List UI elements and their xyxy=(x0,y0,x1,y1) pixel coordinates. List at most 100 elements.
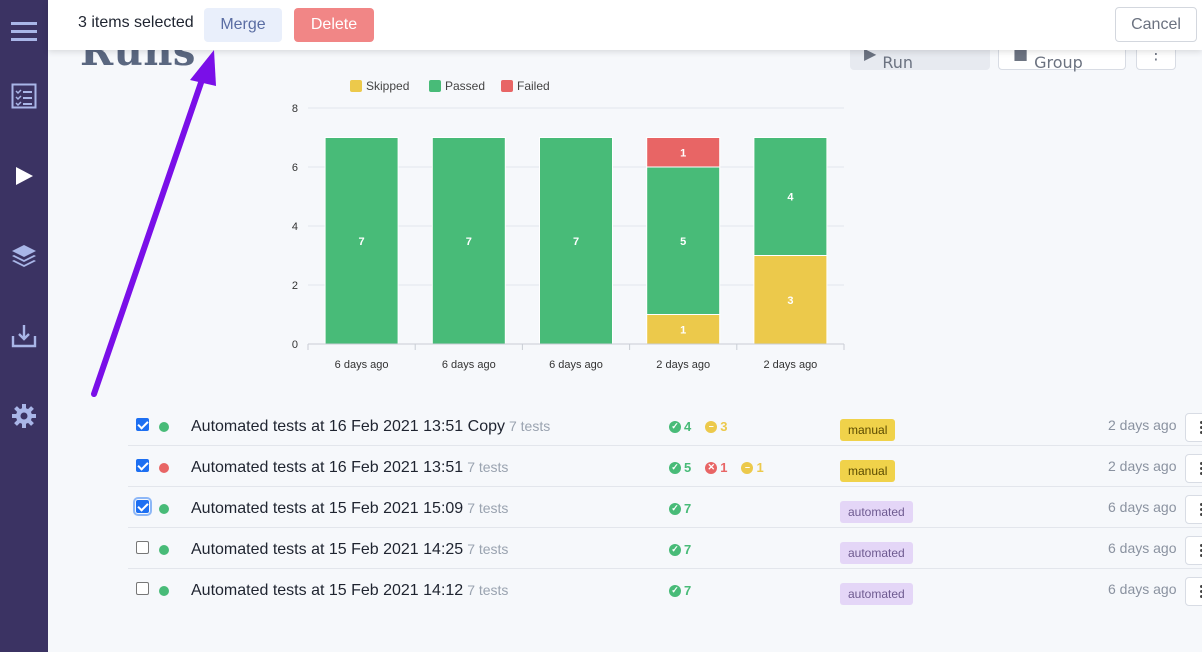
run-row[interactable]: Automated tests at 15 Feb 2021 14:25 7 te… xyxy=(128,528,1202,569)
passed-icon: ✓ xyxy=(669,461,681,474)
run-title[interactable]: Automated tests at 15 Feb 2021 14:25 7 te… xyxy=(191,541,508,559)
run-title[interactable]: Automated tests at 16 Feb 2021 13:51 Cop… xyxy=(191,418,550,436)
runs-list: Automated tests at 16 Feb 2021 13:51 Cop… xyxy=(128,405,1202,610)
checklist-icon[interactable] xyxy=(8,80,40,112)
skipped-icon: – xyxy=(705,420,718,433)
status-dot xyxy=(159,545,169,555)
run-title-text: Automated tests at 15 Feb 2021 14:25 xyxy=(191,541,464,558)
selection-count: 3 items selected xyxy=(78,14,194,31)
run-more-button[interactable] xyxy=(1185,495,1202,524)
run-timestamp: 2 days ago xyxy=(1108,417,1177,433)
run-title[interactable]: Automated tests at 15 Feb 2021 15:09 7 te… xyxy=(191,500,508,518)
passed-stat: ✓ 7 xyxy=(669,542,691,557)
legend-swatch xyxy=(429,80,441,92)
passed-stat: ✓ 5 xyxy=(669,460,691,475)
run-checkbox[interactable] xyxy=(133,497,152,516)
gear-icon[interactable] xyxy=(8,400,40,432)
passed-stat: ✓ 4 xyxy=(669,419,691,434)
play-icon[interactable] xyxy=(8,160,40,192)
cancel-button[interactable]: Cancel xyxy=(1115,7,1197,42)
chart-legend: Skipped Passed Failed xyxy=(350,79,550,93)
run-stats: ✓ 7 xyxy=(669,583,691,598)
skipped-stat: –3 xyxy=(705,419,727,434)
import-icon[interactable] xyxy=(8,320,40,352)
y-tick-label: 8 xyxy=(292,103,298,115)
run-timestamp: 6 days ago xyxy=(1108,499,1177,515)
run-row[interactable]: Automated tests at 16 Feb 2021 13:51 Cop… xyxy=(128,405,1202,446)
run-row[interactable]: Automated tests at 15 Feb 2021 15:09 7 te… xyxy=(128,487,1202,528)
run-more-button[interactable] xyxy=(1185,454,1202,483)
x-tick-label: 6 days ago xyxy=(442,359,496,371)
run-more-button[interactable] xyxy=(1185,536,1202,565)
selection-toolbar: 3 items selected Merge Delete Cancel xyxy=(48,0,1202,50)
run-checkbox[interactable] xyxy=(136,541,149,554)
main-content: Runs ▶ Manual Run ■ New Group ⋮ SkippedP… xyxy=(48,0,1202,652)
run-checkbox[interactable] xyxy=(136,418,149,431)
run-type-tag: manual xyxy=(840,419,896,441)
delete-button[interactable]: Delete xyxy=(294,8,374,42)
skipped-count: 3 xyxy=(720,419,728,434)
merge-button[interactable]: Merge xyxy=(204,8,282,42)
run-type-tag: manual xyxy=(840,460,896,482)
run-title-text: Automated tests at 15 Feb 2021 15:09 xyxy=(191,500,464,517)
passed-count: 5 xyxy=(684,460,692,475)
passed-icon: ✓ xyxy=(669,584,681,597)
status-dot xyxy=(159,463,169,473)
run-test-count: 7 tests xyxy=(508,418,551,434)
run-type-tag: automated xyxy=(840,583,913,605)
legend-label: Failed xyxy=(517,79,550,93)
failed-count: 1 xyxy=(720,460,728,475)
status-dot xyxy=(159,422,169,432)
passed-stat: ✓ 7 xyxy=(669,501,691,516)
run-title[interactable]: Automated tests at 15 Feb 2021 14:12 7 te… xyxy=(191,582,508,600)
run-test-count: 7 tests xyxy=(467,500,509,516)
passed-icon: ✓ xyxy=(669,502,681,515)
run-test-count: 7 tests xyxy=(467,541,509,557)
run-checkbox[interactable] xyxy=(136,459,149,472)
failed-icon: ✕ xyxy=(705,461,718,474)
y-tick-label: 2 xyxy=(292,280,298,292)
passed-stat: ✓ 7 xyxy=(669,583,691,598)
y-tick-label: 4 xyxy=(292,221,298,233)
x-tick-label: 6 days ago xyxy=(549,359,603,371)
run-stats: ✓ 7 xyxy=(669,501,691,516)
chart-bars: 7 7 7 1 5 1 3 4 xyxy=(324,137,828,345)
menu-icon[interactable] xyxy=(8,16,40,48)
legend-label: Skipped xyxy=(366,79,409,93)
passed-count: 7 xyxy=(684,501,692,516)
x-tick-label: 2 days ago xyxy=(656,359,710,371)
run-row[interactable]: Automated tests at 15 Feb 2021 14:12 7 te… xyxy=(128,569,1202,610)
bar-value-label: 1 xyxy=(680,324,686,336)
x-tick-label: 6 days ago xyxy=(335,359,389,371)
run-more-button[interactable] xyxy=(1185,577,1202,606)
y-tick-label: 0 xyxy=(292,339,298,351)
status-dot xyxy=(159,586,169,596)
run-test-count: 7 tests xyxy=(467,459,509,475)
runs-chart: Skipped Passed Failed 0 2 4 6 8 7 7 7 1 5 1 3 4 6 day… xyxy=(292,79,845,371)
run-title[interactable]: Automated tests at 16 Feb 2021 13:51 7 te… xyxy=(191,459,508,477)
run-more-button[interactable] xyxy=(1185,413,1202,442)
run-stats: ✓ 5 ✕ 1–1 xyxy=(669,460,764,475)
passed-icon: ✓ xyxy=(669,543,681,556)
bar-value-label: 3 xyxy=(787,295,793,307)
skipped-stat: –1 xyxy=(741,460,764,475)
skipped-icon: – xyxy=(741,461,754,474)
layers-icon[interactable] xyxy=(8,240,40,272)
bar-value-label: 5 xyxy=(680,236,686,248)
skipped-count: 1 xyxy=(756,460,764,475)
passed-icon: ✓ xyxy=(669,420,681,433)
run-checkbox[interactable] xyxy=(136,582,149,595)
run-type-tag: automated xyxy=(840,501,913,523)
legend-swatch xyxy=(350,80,362,92)
failed-stat: ✕ 1 xyxy=(705,460,727,475)
legend-label: Passed xyxy=(445,79,485,93)
legend-swatch xyxy=(501,80,513,92)
status-dot xyxy=(159,504,169,514)
run-title-text: Automated tests at 15 Feb 2021 14:12 xyxy=(191,582,464,599)
run-timestamp: 6 days ago xyxy=(1108,540,1177,556)
run-test-count: 7 tests xyxy=(467,582,509,598)
run-row[interactable]: Automated tests at 16 Feb 2021 13:51 7 te… xyxy=(128,446,1202,487)
passed-count: 7 xyxy=(684,583,692,598)
y-tick-label: 6 xyxy=(292,162,298,174)
run-title-text: Automated tests at 16 Feb 2021 13:51 Cop… xyxy=(191,418,505,435)
